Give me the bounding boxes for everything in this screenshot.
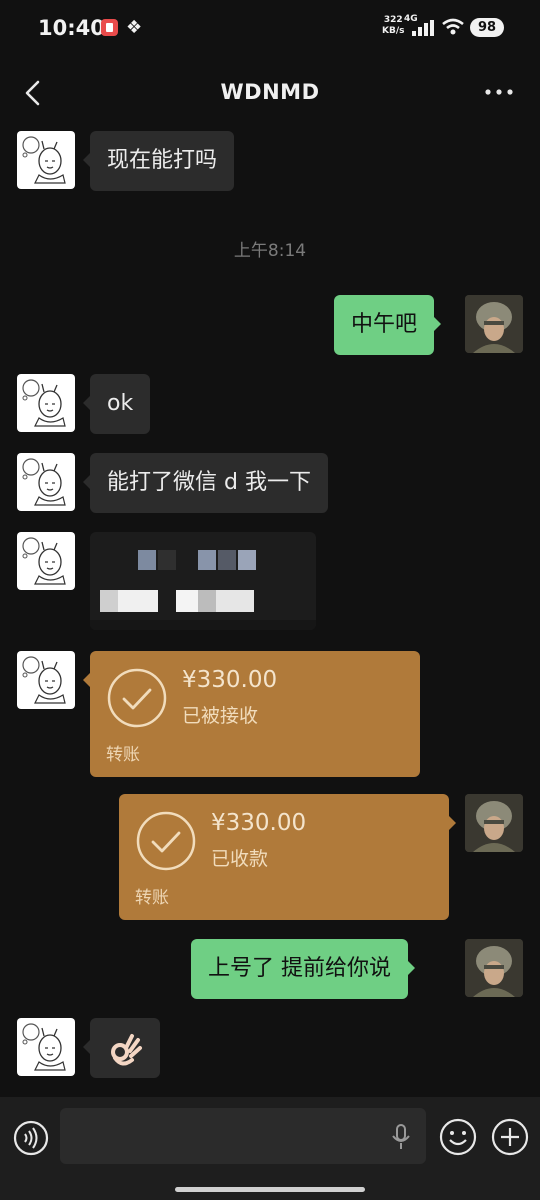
transfer-label: 转账 [106,745,140,765]
redacted-message[interactable] [90,532,316,630]
contact-avatar[interactable] [17,374,75,432]
sketch-avatar-icon [22,656,66,704]
my-avatar[interactable] [465,939,523,997]
sketch-avatar-icon [22,136,66,184]
sketch-avatar-icon [22,379,66,427]
more-dots-icon[interactable] [484,82,514,102]
contact-avatar[interactable] [17,1018,75,1076]
message-bubble-incoming[interactable]: ok [82,374,151,434]
transfer-status: 已收款 [211,848,269,870]
soldier-avatar-icon [465,939,523,997]
soldier-avatar-icon [465,794,523,852]
contact-avatar[interactable] [17,131,75,189]
net-speed: 322 KB/s [382,15,405,36]
signal-icon [412,20,434,36]
transfer-card[interactable]: ¥330.00 已被接收 转账 [83,651,420,777]
plus-icon[interactable] [491,1118,529,1156]
contact-avatar[interactable] [17,532,75,590]
ok-hand-emoji [111,1034,142,1066]
input-bar [0,1097,540,1200]
status-time: 10:40 [38,16,105,40]
transfer-amount: ¥330.00 [211,810,307,836]
check-circle-icon [107,668,167,728]
transfer-card[interactable]: ¥330.00 已收款 转账 [119,794,456,920]
chat-title: WDNMD [220,80,320,104]
my-avatar[interactable] [465,794,523,852]
emoji-icon[interactable] [439,1118,477,1156]
message-bubble-incoming[interactable]: 能打了微信 d 我一下 [83,453,328,513]
contact-avatar[interactable] [17,651,75,709]
message-timestamp: 上午8:14 [233,241,307,261]
transfer-status: 已被接收 [182,705,259,727]
notification-icon [101,19,118,36]
mic-icon[interactable] [390,1124,412,1150]
transfer-label: 转账 [135,888,169,908]
sketch-avatar-icon [22,1023,66,1071]
chat-header: WDNMD [0,60,540,124]
home-indicator [175,1187,365,1192]
contact-avatar[interactable] [17,453,75,511]
voice-icon[interactable] [13,1120,49,1156]
my-avatar[interactable] [465,295,523,353]
message-bubble-incoming[interactable] [83,1018,160,1078]
battery-level: 98 [470,18,504,37]
soldier-avatar-icon [465,295,523,353]
message-bubble-incoming[interactable]: 现在能打吗 [82,131,235,191]
transfer-amount: ¥330.00 [182,667,278,693]
message-bubble-outgoing[interactable]: 中午吧 [334,295,442,355]
message-bubble-outgoing[interactable]: 上号了 提前给你说 [191,939,415,999]
sketch-avatar-icon [22,458,66,506]
check-circle-icon [136,811,196,871]
message-input[interactable] [60,1108,426,1164]
wifi-icon [442,18,464,35]
status-bar: 10:40 ❖ 322 KB/s 4G 98 [0,0,540,58]
sketch-avatar-icon [22,537,66,585]
layers-icon: ❖ [126,17,143,38]
